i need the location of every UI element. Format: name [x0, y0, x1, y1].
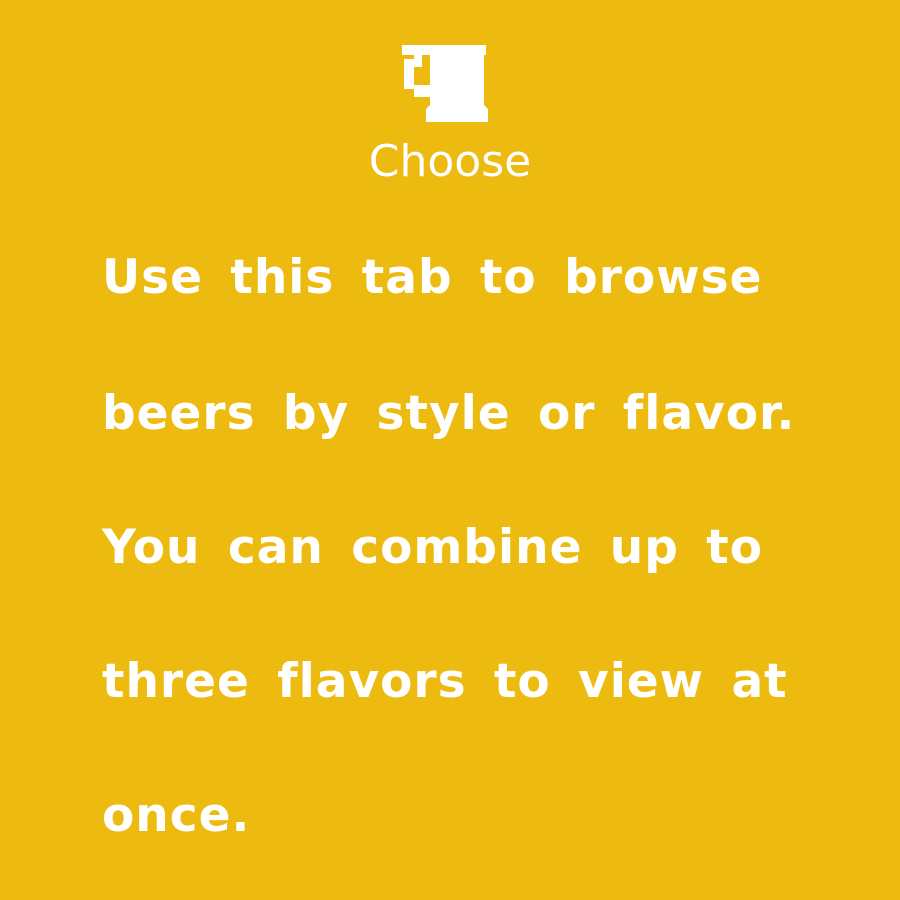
instruction-line: beers by style or flavor.: [102, 386, 796, 441]
instruction-text: Use this tab to browse beers by style or…: [0, 0, 900, 900]
instruction-line: Use this tab to browse: [102, 250, 763, 305]
instruction-line: You can combine up to: [102, 520, 764, 575]
instruction-line: once.: [102, 788, 251, 843]
instruction-line: three flavors to view at: [102, 654, 788, 709]
